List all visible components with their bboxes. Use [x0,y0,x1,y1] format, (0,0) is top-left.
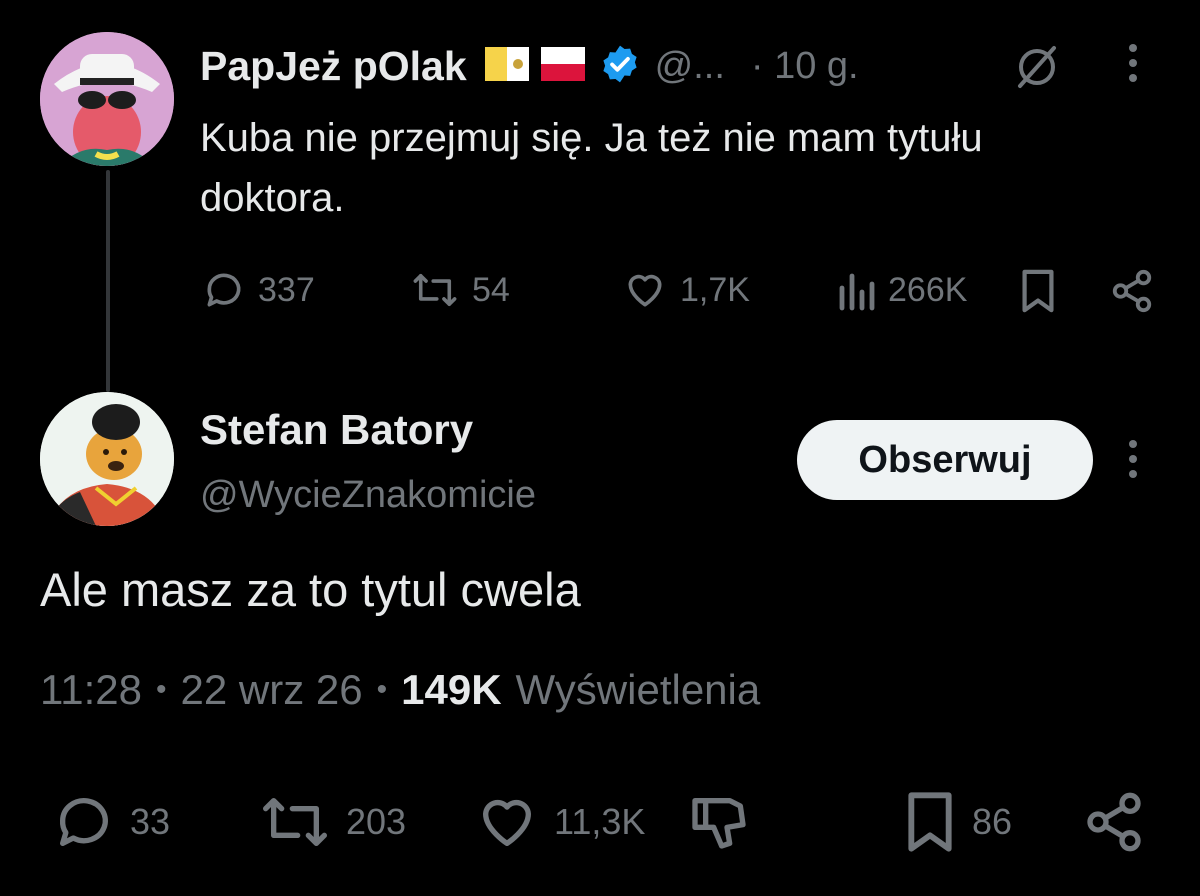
meta-separator: • [376,673,388,706]
retweet-icon [263,798,328,846]
avatar-image [40,392,174,526]
bookmark-icon [908,792,952,852]
views-count[interactable]: 149K [401,666,501,714]
follow-button[interactable]: Obserwuj [797,420,1093,500]
display-name[interactable]: PapJeż pOlak [200,43,467,90]
verified-badge-icon[interactable] [599,43,641,90]
analytics-icon [839,273,875,311]
avatar[interactable] [40,392,174,526]
display-name[interactable]: Stefan Batory [200,406,473,454]
like-count: 11,3K [554,801,646,842]
retweet-count: 54 [472,270,510,309]
heart-icon [483,799,531,846]
grok-icon[interactable] [1010,40,1064,99]
tweet-time[interactable]: 11:28 [40,666,142,714]
tweet-header: PapJeż pOlak @... · 10 g. [200,40,859,92]
retweet-button[interactable]: 203 [256,790,406,854]
dislike-button[interactable] [684,790,754,854]
heart-icon [628,274,662,307]
like-button[interactable]: 1,7K [622,268,750,312]
reply-icon [207,273,241,307]
share-button[interactable] [1108,268,1156,314]
views-button[interactable]: 266K [836,268,967,312]
tweet-text: Ale masz za to tytul cwela [40,563,581,616]
tweet-date[interactable]: 22 wrz 26 [181,666,363,714]
reply-icon [59,798,108,846]
thumbs-down-icon [692,798,746,849]
poland-flag-icon [540,45,585,88]
share-icon [1112,269,1152,313]
like-count: 1,7K [680,270,750,309]
retweet-count: 203 [346,801,407,842]
retweet-button[interactable]: 54 [410,268,510,312]
reply-count: 33 [130,801,171,842]
more-options-icon[interactable] [1129,44,1137,82]
share-button[interactable] [1080,790,1148,854]
reply-count: 337 [258,270,315,309]
vatican-flag-icon [484,45,529,88]
avatar[interactable] [40,32,174,166]
retweet-icon [413,273,457,307]
handle[interactable]: @... [655,45,725,88]
tweet-meta: 11:28 • 22 wrz 26 • 149K Wyświetlenia [40,666,760,714]
bookmark-button[interactable] [1018,268,1058,314]
views-label: Wyświetlenia [515,666,761,713]
avatar-image [40,32,174,166]
tweet-text: Kuba nie przejmuj się. Ja też nie mam ty… [200,116,983,220]
bookmark-count: 86 [972,801,1013,842]
view-count: 266K [888,270,968,309]
handle[interactable]: @WycieZnakomicie [200,474,536,517]
meta-separator: • [156,673,167,706]
timestamp[interactable]: · 10 g. [751,45,859,88]
reply-button[interactable]: 337 [202,268,315,312]
like-button[interactable]: 11,3K [472,790,645,854]
bookmark-icon [1022,269,1054,313]
bookmark-button[interactable]: 86 [900,790,1012,854]
thread-line [106,170,110,392]
reply-button[interactable]: 33 [50,790,170,854]
share-icon [1087,792,1141,852]
more-options-icon[interactable] [1129,440,1137,478]
